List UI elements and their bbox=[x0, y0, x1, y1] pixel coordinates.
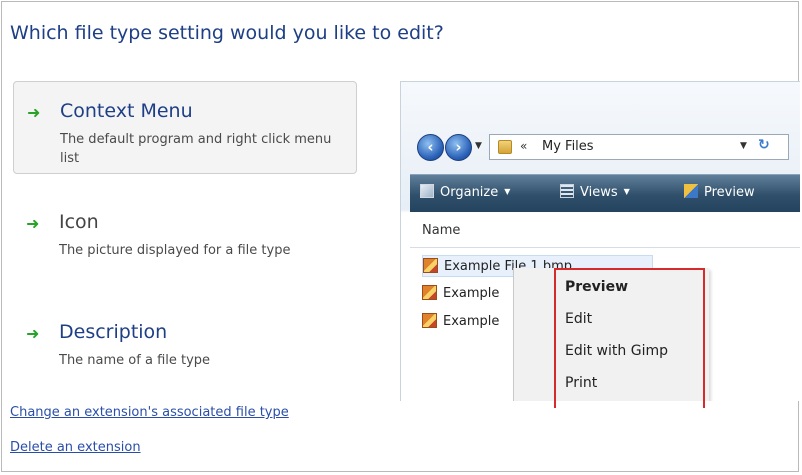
option-icon[interactable]: ➜ Icon The picture displayed for a file … bbox=[13, 204, 357, 282]
explorer-preview: ‹ › ▼ « My Files ▼ ↻ Organize ▼ Views ▼ Pr… bbox=[400, 81, 800, 401]
views-label: Views bbox=[580, 185, 618, 200]
preview-button[interactable]: Preview bbox=[684, 184, 755, 200]
context-menu: Preview Edit Edit with Gimp Print bbox=[513, 268, 709, 401]
context-menu-item-edit-with-gimp[interactable]: Edit with Gimp bbox=[565, 343, 668, 359]
refresh-icon[interactable]: ↻ bbox=[758, 137, 770, 153]
green-arrow-icon: ➜ bbox=[27, 103, 41, 122]
nav-history-dropdown-icon[interactable]: ▼ bbox=[475, 141, 482, 151]
image-file-icon bbox=[422, 285, 437, 300]
address-text: My Files bbox=[542, 139, 594, 154]
organize-icon bbox=[420, 184, 434, 198]
context-menu-item-preview[interactable]: Preview bbox=[565, 279, 628, 295]
file-name: Example bbox=[443, 286, 500, 301]
address-field[interactable]: « My Files ▼ ↻ bbox=[489, 134, 789, 160]
breadcrumb-chevron: « bbox=[520, 139, 528, 153]
image-file-icon bbox=[422, 313, 437, 328]
preview-label: Preview bbox=[704, 185, 755, 200]
organize-button[interactable]: Organize ▼ bbox=[420, 184, 510, 200]
column-header: Name bbox=[410, 214, 800, 248]
list-item[interactable]: Example bbox=[422, 311, 499, 333]
green-arrow-icon: ➜ bbox=[26, 214, 40, 233]
page-title: Which file type setting would you like t… bbox=[10, 22, 444, 44]
forward-arrow-icon[interactable]: › bbox=[445, 134, 472, 161]
option-description: The default program and right click menu… bbox=[60, 132, 332, 166]
context-menu-item-print[interactable]: Print bbox=[565, 375, 597, 391]
option-title: Description bbox=[59, 321, 168, 343]
option-title: Icon bbox=[59, 211, 99, 233]
option-title: Context Menu bbox=[60, 100, 193, 122]
option-description-text: The name of a file type bbox=[59, 353, 211, 368]
context-menu-item-edit[interactable]: Edit bbox=[565, 311, 592, 327]
image-file-icon bbox=[423, 258, 438, 273]
back-arrow-icon[interactable]: ‹ bbox=[417, 134, 444, 161]
option-description[interactable]: ➜ Description The name of a file type bbox=[13, 314, 357, 376]
explorer-toolbar: Organize ▼ Views ▼ Preview bbox=[410, 174, 800, 212]
preview-icon bbox=[684, 184, 698, 198]
address-dropdown-icon[interactable]: ▼ bbox=[740, 141, 747, 151]
option-context-menu[interactable]: ➜ Context Menu The default program and r… bbox=[13, 81, 357, 174]
delete-extension-link[interactable]: Delete an extension bbox=[10, 440, 141, 455]
file-name: Example bbox=[443, 314, 500, 329]
list-item[interactable]: Example bbox=[422, 283, 499, 305]
green-arrow-icon: ➜ bbox=[26, 324, 40, 343]
column-header-name[interactable]: Name bbox=[422, 223, 460, 238]
chevron-down-icon: ▼ bbox=[504, 187, 511, 196]
folder-icon bbox=[498, 140, 512, 154]
address-bar: ‹ › ▼ « My Files ▼ ↻ bbox=[401, 128, 800, 166]
option-description: The picture displayed for a file type bbox=[59, 243, 291, 258]
chevron-down-icon: ▼ bbox=[623, 187, 630, 196]
change-extension-link[interactable]: Change an extension's associated file ty… bbox=[10, 405, 289, 420]
organize-label: Organize bbox=[440, 185, 499, 200]
views-icon bbox=[560, 184, 574, 198]
views-button[interactable]: Views ▼ bbox=[560, 184, 630, 200]
dialog-frame: Which file type setting would you like t… bbox=[1, 1, 800, 472]
